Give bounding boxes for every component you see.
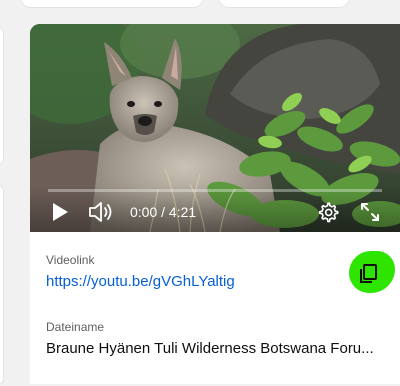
file-name-value: Braune Hyänen Tuli Wilderness Botswana F…: [46, 340, 374, 357]
file-name-label: Dateiname: [46, 320, 105, 334]
progress-bar[interactable]: [48, 189, 382, 192]
top-chip[interactable]: [218, 0, 350, 8]
video-link[interactable]: https://youtu.be/gVGhLYaltig: [46, 272, 384, 292]
share-info: Videolink https://youtu.be/gVGhLYaltig D…: [30, 232, 400, 359]
adjacent-panel-edge: [0, 26, 4, 166]
player-controls: 0:00 / 4:21: [30, 186, 400, 232]
copy-icon: [360, 264, 377, 283]
volume-icon: [89, 202, 112, 222]
video-link-section: Videolink https://youtu.be/gVGhLYaltig: [46, 252, 384, 292]
video-player[interactable]: 0:00 / 4:21: [30, 24, 400, 232]
play-button[interactable]: [46, 198, 74, 226]
play-icon: [53, 203, 68, 221]
top-chip[interactable]: [20, 0, 204, 8]
volume-button[interactable]: [87, 198, 115, 226]
settings-button[interactable]: [314, 198, 342, 226]
time-display: 0:00 / 4:21: [130, 204, 197, 220]
adjacent-panel-edge: [0, 184, 4, 386]
copy-link-button[interactable]: [356, 262, 380, 286]
video-link-label: Videolink: [46, 253, 95, 267]
settings-gear-icon: [318, 202, 339, 223]
fullscreen-icon: [361, 203, 379, 221]
file-name-section: Dateiname Braune Hyänen Tuli Wilderness …: [46, 319, 384, 359]
fullscreen-button[interactable]: [356, 198, 384, 226]
share-card: 0:00 / 4:21 Videolink https://youtu.be/g…: [30, 24, 400, 384]
